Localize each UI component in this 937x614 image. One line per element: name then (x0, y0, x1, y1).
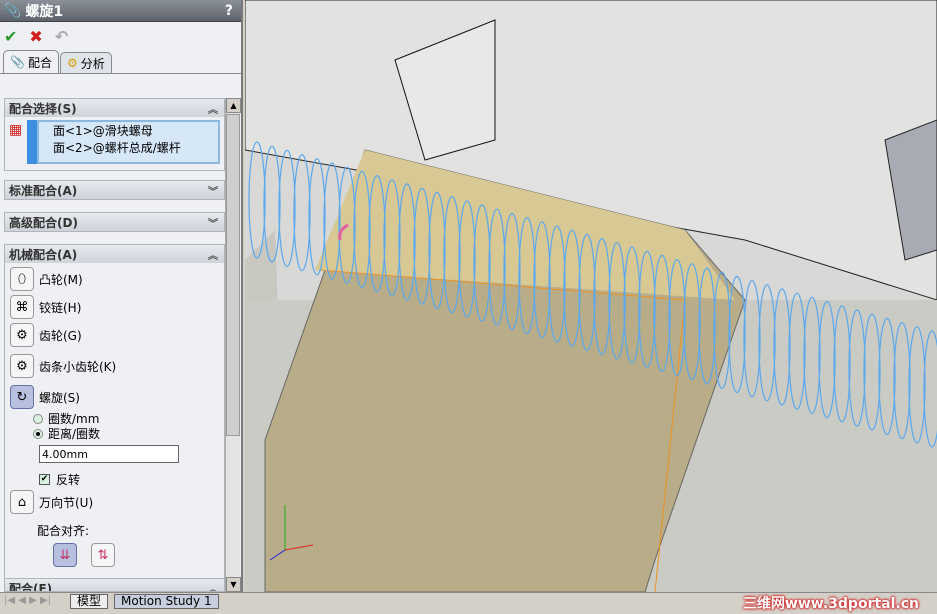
scroll-up-icon[interactable]: ▲ (226, 98, 241, 113)
cam-icon[interactable]: ⬯ (10, 267, 34, 291)
ok-check-icon[interactable]: ✔ (4, 27, 17, 46)
tab-motion-study[interactable]: Motion Study 1 (114, 594, 219, 609)
mate-universal-joint[interactable]: ⌂ 万向节(U) (5, 488, 224, 516)
undo-icon[interactable]: ↶ (55, 27, 68, 46)
rack-pinion-icon[interactable]: ⚙ (10, 354, 34, 378)
hinge-icon[interactable]: ⌘ (10, 295, 34, 319)
mate-selection-list[interactable]: 面<1>@滑块螺母 面<2>@螺杆总成/螺杆 (27, 120, 220, 164)
universal-joint-icon[interactable]: ⌂ (10, 490, 34, 514)
collapse-icon[interactable]: ︽ (208, 101, 218, 116)
alignment-label: 配合对齐: (37, 524, 90, 538)
mate-selection-icon: ▦ (9, 122, 23, 138)
tab-analysis[interactable]: ⚙ 分析 (59, 52, 112, 73)
screw-icon[interactable]: ↻ (10, 385, 34, 409)
cancel-x-icon[interactable]: ✖ (29, 27, 42, 46)
expand-icon[interactable]: ︾ (208, 215, 218, 230)
help-button[interactable]: ? (225, 3, 233, 19)
section-standard-mates[interactable]: 标准配合(A) ︾ (5, 181, 224, 199)
paperclip-icon: 📎 (10, 55, 25, 69)
scroll-thumb[interactable] (226, 114, 240, 436)
graphics-viewport[interactable] (245, 0, 937, 592)
mate-screw[interactable]: ↻ 螺旋(S) (5, 383, 224, 411)
section-mechanical-mates[interactable]: 机械配合(A) ︽ (5, 245, 224, 263)
reverse-checkbox[interactable]: ✔ 反转 (39, 471, 224, 488)
gear-icon[interactable]: ⚙ (10, 323, 34, 347)
paperclip-icon: 📎 (4, 2, 22, 19)
section-mate-selection[interactable]: 配合选择(S) ︽ (5, 99, 224, 117)
section-mates[interactable]: 配合(E) ︽ (5, 579, 224, 591)
watermark: 三维网www.3dportal.cn (742, 596, 919, 612)
mate-gear[interactable]: ⚙ 齿轮(G) (5, 321, 224, 349)
list-item[interactable]: 面<1>@滑块螺母 (53, 123, 218, 140)
collapse-icon[interactable]: ︽ (208, 247, 218, 262)
panel-scrollbar[interactable]: ▲ ▼ (225, 98, 241, 592)
analysis-icon: ⚙ (66, 56, 78, 70)
mate-cam[interactable]: ⬯ 凸轮(M) (5, 265, 224, 293)
tab-model[interactable]: 模型 (70, 594, 109, 609)
aligned-button[interactable]: ⇊ (53, 543, 77, 567)
scroll-down-icon[interactable]: ▼ (226, 577, 241, 592)
radio-distance-per-revolution[interactable]: 距离/圈数 (5, 426, 224, 441)
model-view (245, 0, 937, 592)
distance-input[interactable]: 4.00mm (39, 445, 179, 463)
mate-hinge[interactable]: ⌘ 铰链(H) (5, 293, 224, 321)
tab-navigation-icon[interactable]: |◀ ◀ ▶ ▶| (4, 595, 51, 606)
radio-revolutions-per-mm[interactable]: 圈数/mm (5, 411, 224, 426)
tab-mates[interactable]: 📎 配合 (3, 50, 59, 73)
property-manager: 📎 螺旋1 ? ✔ ✖ ↶ 📎 配合 ⚙ 分析 配合选择(S) ︽ ▦ 面<1>@滑块… (0, 0, 243, 592)
section-advanced-mates[interactable]: 高级配合(D) ︾ (5, 213, 224, 231)
panel-title-bar: 📎 螺旋1 ? (0, 0, 241, 22)
list-item[interactable]: 面<2>@螺杆总成/螺杆 (53, 140, 218, 157)
anti-aligned-button[interactable]: ⇅ (91, 543, 115, 567)
mate-rack-pinion[interactable]: ⚙ 齿条小齿轮(K) (5, 352, 224, 380)
expand-icon[interactable]: ︾ (208, 183, 218, 198)
panel-title: 螺旋1 (25, 3, 64, 20)
